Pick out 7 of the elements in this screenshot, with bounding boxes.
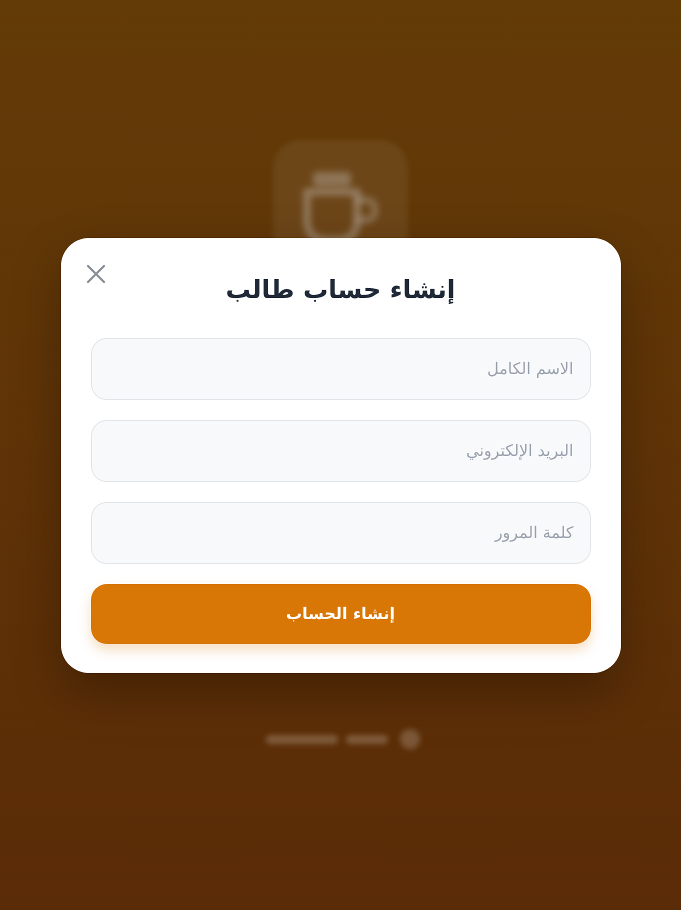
input-field[interactable]: البريد الإلكتروني (90, 420, 590, 482)
dialog-title: إنشاء حساب طالب (226, 274, 456, 306)
close-icon (86, 264, 106, 284)
close-button[interactable] (86, 264, 106, 284)
create-account-button[interactable]: إنشاء الحساب (90, 584, 590, 644)
input-field[interactable]: الاسم الكامل (90, 338, 590, 400)
input-field[interactable]: كلمة المرور (90, 502, 590, 564)
